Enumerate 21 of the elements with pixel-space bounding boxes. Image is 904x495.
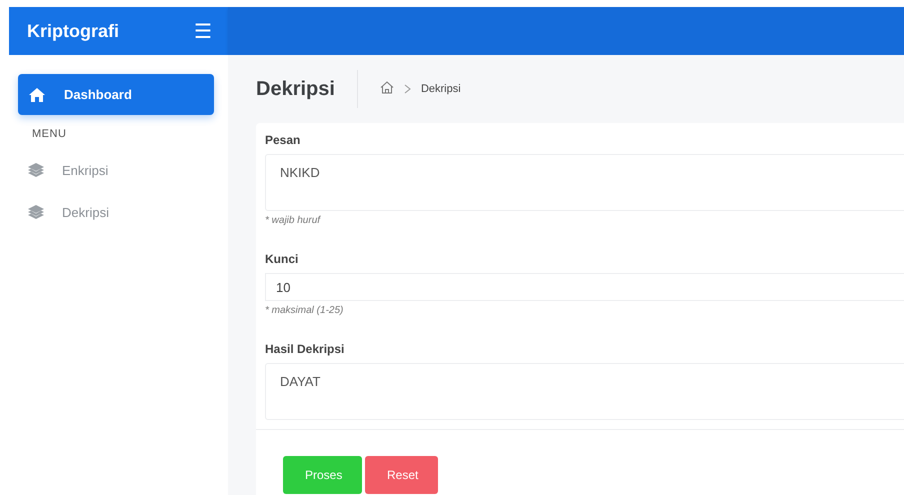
field-label: Pesan [265,133,302,147]
app-title: Kriptografi [27,20,119,42]
layers-icon [28,163,44,178]
text-area[interactable]: DAYAT [265,363,904,420]
home-icon[interactable] [380,81,394,94]
text-area[interactable]: NKIKD [265,154,904,211]
breadcrumb-item: Dekripsi [420,83,461,95]
input-field[interactable]: 10 [265,273,904,301]
layers-icon [28,205,44,220]
field-label: Kunci [265,252,300,266]
page-title: Dekripsi [256,70,358,108]
section-heading: MENU [31,128,68,142]
reset-button[interactable]: Reset [365,456,438,494]
chevron-icon [404,84,411,94]
field-hint: * maksimal (1-25) [265,305,344,316]
field-label: Hasil Dekripsi [265,342,346,356]
sidebar-item[interactable]: Dashboard [18,74,214,115]
sidebar-item[interactable]: Enkripsi [18,150,214,191]
home-icon [28,86,46,102]
field-hint: * wajib huruf [265,215,322,226]
sidebar-item[interactable]: Dekripsi [18,192,214,233]
